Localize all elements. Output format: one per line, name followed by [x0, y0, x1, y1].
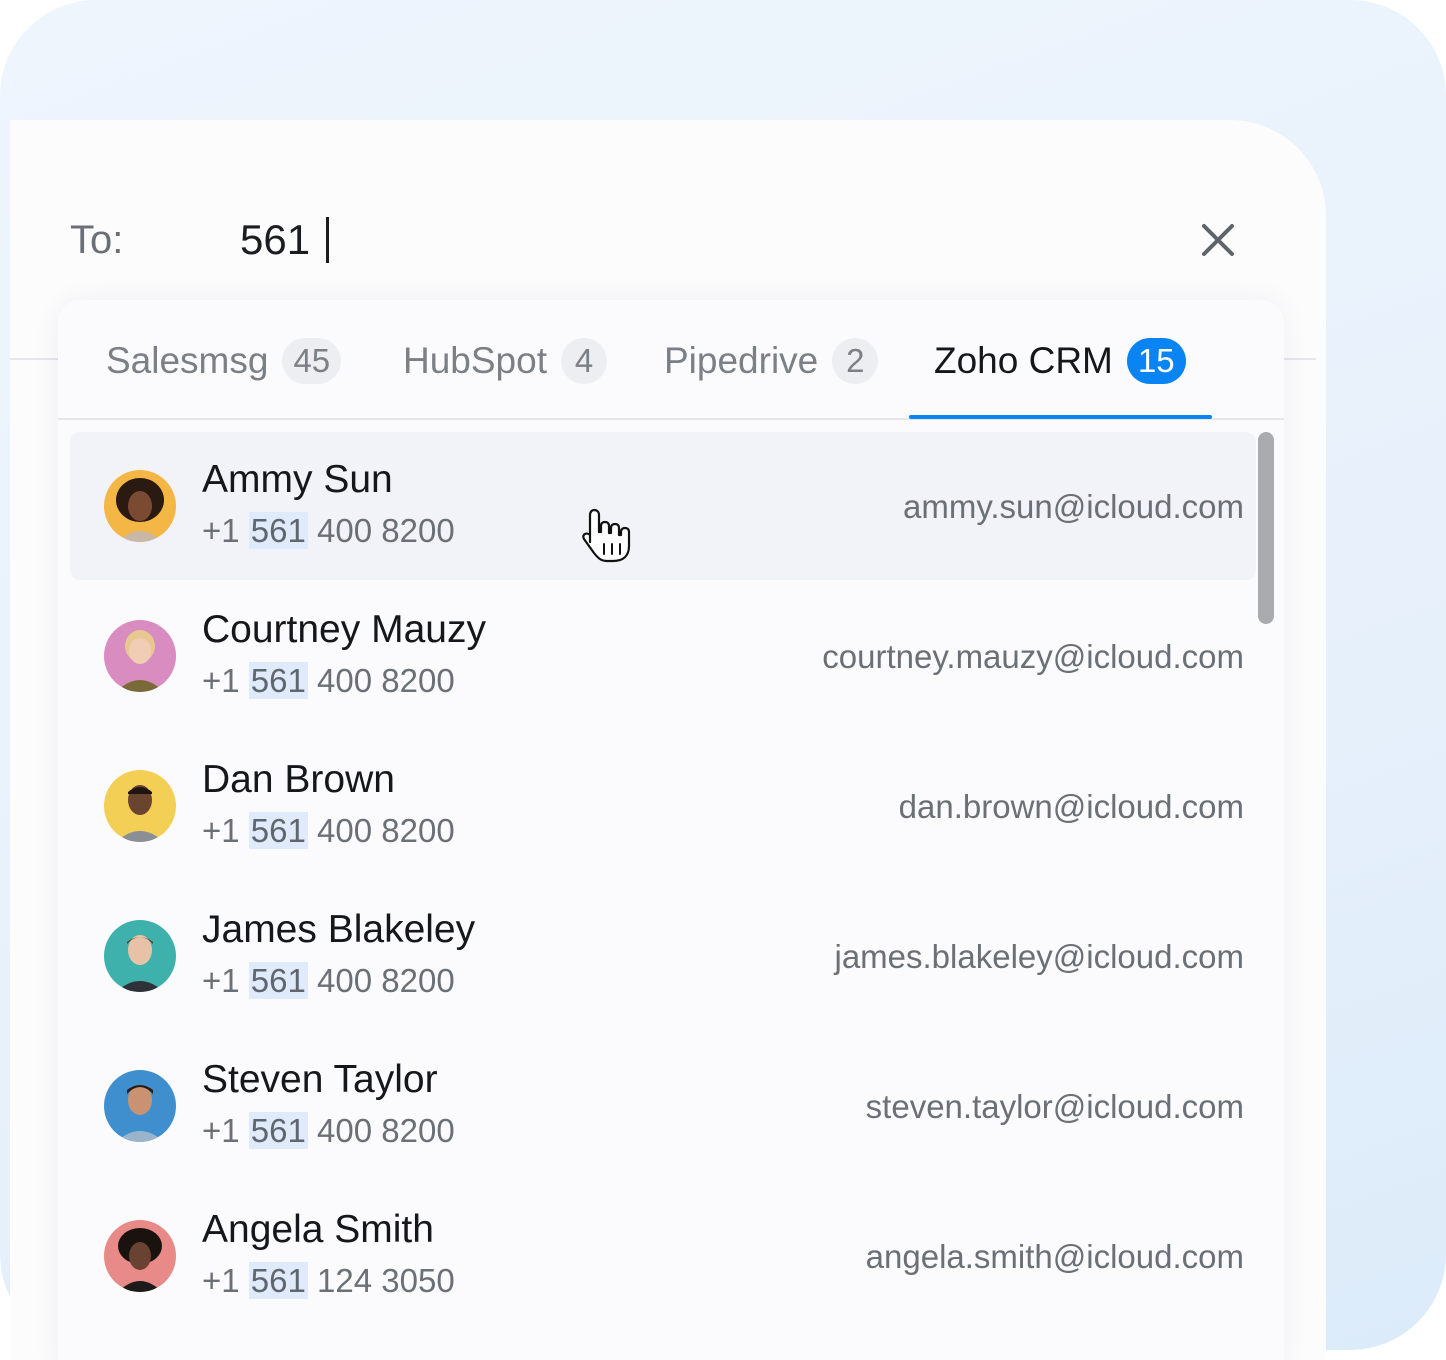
- phone-prefix: +1: [202, 512, 240, 549]
- recipient-input-value: 561: [240, 216, 311, 263]
- contact-name: James Blakeley: [202, 908, 476, 951]
- contact-phone: +1 561 400 8200: [202, 1112, 455, 1150]
- contact-email: dan.brown@icloud.com: [898, 788, 1244, 825]
- tab-pipedrive[interactable]: Pipedrive 2: [664, 336, 879, 386]
- active-tab-indicator: [909, 415, 1212, 419]
- phone-rest: 400 8200: [317, 812, 455, 849]
- phone-prefix: +1: [202, 1262, 240, 1299]
- contact-row[interactable]: Ammy Sun +1 561 400 8200 ammy.sun@icloud…: [70, 432, 1256, 580]
- contact-email: steven.taylor@icloud.com: [865, 1088, 1244, 1125]
- tab-zoho-crm[interactable]: Zoho CRM 15: [934, 336, 1186, 386]
- phone-match-highlight: 561: [248, 662, 308, 699]
- contact-row[interactable]: Steven Taylor +1 561 400 8200 steven.tay…: [70, 1032, 1256, 1180]
- phone-rest: 400 8200: [317, 512, 455, 549]
- tab-count-badge: 4: [561, 338, 607, 384]
- phone-rest: 400 8200: [317, 1112, 455, 1149]
- to-label: To:: [70, 218, 124, 262]
- contact-email: angela.smith@icloud.com: [865, 1238, 1244, 1275]
- tab-count-badge: 2: [832, 338, 879, 384]
- contact-row[interactable]: Dan Brown +1 561 400 8200 dan.brown@iclo…: [70, 732, 1256, 880]
- contact-row[interactable]: James Blakeley +1 561 400 8200 james.bla…: [70, 882, 1256, 1030]
- phone-prefix: +1: [202, 962, 240, 999]
- compose-panel: To: 561 Salesmsg 45 HubSpot 4 Pipedrive …: [10, 120, 1326, 1360]
- tab-salesmsg[interactable]: Salesmsg 45: [106, 336, 342, 386]
- contact-row[interactable]: Courtney Mauzy +1 561 400 8200 courtney.…: [70, 582, 1256, 730]
- avatar: [104, 620, 176, 692]
- phone-match-highlight: 561: [248, 1262, 308, 1299]
- tab-count-badge: 45: [282, 338, 342, 384]
- phone-match-highlight: 561: [248, 512, 308, 549]
- phone-match-highlight: 561: [248, 1112, 308, 1149]
- contact-phone: +1 561 400 8200: [202, 962, 455, 1000]
- contact-phone: +1 561 400 8200: [202, 812, 455, 850]
- avatar: [104, 1070, 176, 1142]
- tab-label: Pipedrive: [664, 340, 819, 381]
- avatar: [104, 770, 176, 842]
- contact-phone: +1 561 400 8200: [202, 662, 455, 700]
- close-icon: [1202, 224, 1234, 256]
- contact-name: Angela Smith: [202, 1208, 434, 1251]
- contact-name: Courtney Mauzy: [202, 608, 486, 651]
- contact-phone: +1 561 400 8200: [202, 512, 455, 550]
- avatar: [104, 1220, 176, 1292]
- tab-label: Salesmsg: [106, 340, 269, 381]
- phone-prefix: +1: [202, 662, 240, 699]
- tab-hubspot[interactable]: HubSpot 4: [403, 336, 607, 386]
- contact-email: james.blakeley@icloud.com: [834, 938, 1244, 975]
- contact-suggestions-dropdown: Salesmsg 45 HubSpot 4 Pipedrive 2 Zoho C…: [58, 300, 1284, 1360]
- phone-match-highlight: 561: [248, 812, 308, 849]
- close-button[interactable]: [1196, 218, 1240, 262]
- phone-match-highlight: 561: [248, 962, 308, 999]
- contact-phone: +1 561 124 3050: [202, 1262, 455, 1300]
- contact-name: Steven Taylor: [202, 1058, 438, 1101]
- recipient-input[interactable]: 561: [240, 216, 330, 264]
- phone-prefix: +1: [202, 812, 240, 849]
- phone-rest: 400 8200: [317, 662, 455, 699]
- tab-count-badge: 15: [1126, 338, 1186, 384]
- tab-label: HubSpot: [403, 340, 547, 381]
- contact-name: Ammy Sun: [202, 458, 393, 501]
- contact-name: Dan Brown: [202, 758, 395, 801]
- avatar: [104, 920, 176, 992]
- contact-email: courtney.mauzy@icloud.com: [822, 638, 1244, 675]
- source-tabs: Salesmsg 45 HubSpot 4 Pipedrive 2 Zoho C…: [58, 300, 1284, 420]
- contact-email: ammy.sun@icloud.com: [903, 488, 1244, 525]
- tab-label: Zoho CRM: [934, 340, 1113, 381]
- phone-rest: 400 8200: [317, 962, 455, 999]
- text-caret: [326, 217, 330, 263]
- phone-rest: 124 3050: [317, 1262, 455, 1299]
- avatar: [104, 470, 176, 542]
- contact-row[interactable]: Angela Smith +1 561 124 3050 angela.smit…: [70, 1182, 1256, 1330]
- phone-prefix: +1: [202, 1112, 240, 1149]
- scrollbar-thumb[interactable]: [1258, 432, 1274, 624]
